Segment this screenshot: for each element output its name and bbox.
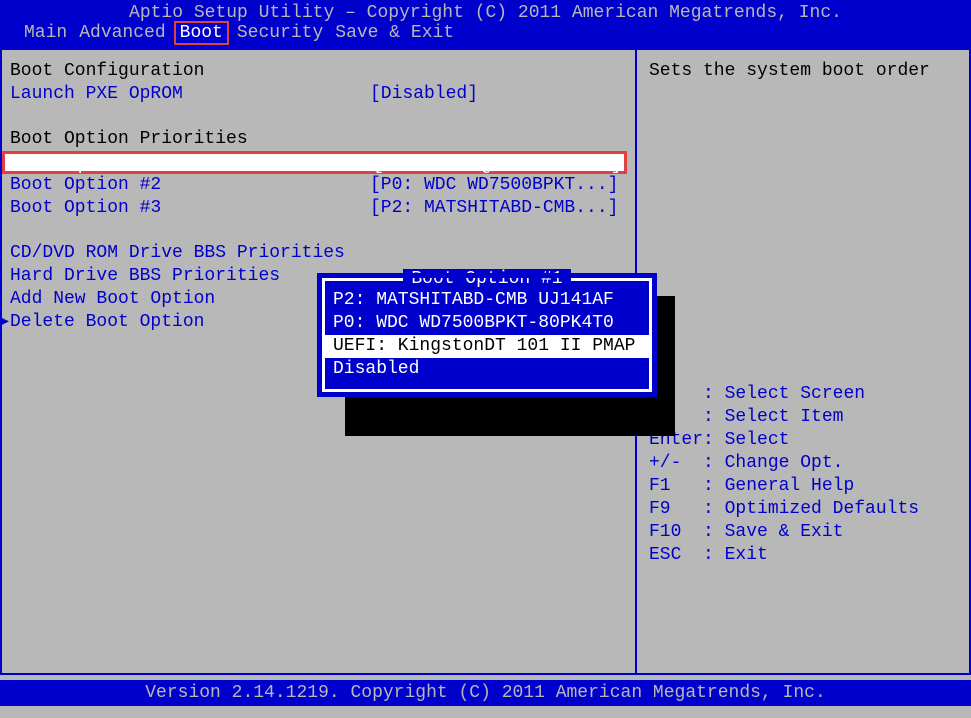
app-title: Aptio Setup Utility – Copyright (C) 2011…	[10, 3, 961, 23]
boot-option-1-value: [UEFI: KingstonDT 1...]	[373, 154, 621, 171]
boot-option-2-value: [P0: WDC WD7500BPKT...]	[370, 174, 618, 197]
boot-config-header: Boot Configuration	[10, 60, 635, 83]
boot-option-3-row[interactable]: Boot Option #3 [P2: MATSHITABD-CMB...]	[10, 197, 635, 220]
spacer	[10, 106, 635, 128]
key-help-f9: F9 : Optimized Defaults	[649, 498, 959, 521]
key-help-f1: F1 : General Help	[649, 475, 959, 498]
menu-security[interactable]: Security	[233, 23, 327, 43]
footer-version: Version 2.14.1219. Copyright (C) 2011 Am…	[145, 683, 826, 703]
launch-pxe-value: [Disabled]	[370, 83, 478, 106]
boot-option-3-value: [P2: MATSHITABD-CMB...]	[370, 197, 618, 220]
popup-title: Boot Option #1	[403, 269, 570, 289]
menu-save-exit[interactable]: Save & Exit	[331, 23, 458, 43]
spacer	[10, 220, 635, 242]
menu-advanced[interactable]: Advanced	[75, 23, 169, 43]
boot-option-2-row[interactable]: Boot Option #2 [P0: WDC WD7500BPKT...]	[10, 174, 635, 197]
popup-option-matshita[interactable]: P2: MATSHITABD-CMB UJ141AF	[333, 289, 641, 312]
launch-pxe-label: Launch PXE OpROM	[10, 83, 370, 106]
key-help-esc: ESC : Exit	[649, 544, 959, 567]
key-help-section: →← : Select Screen ↑↓ : Select Item Ente…	[649, 383, 959, 567]
menu-bar: Main Advanced Boot Security Save & Exit	[10, 23, 961, 43]
cdrom-bbs-priorities[interactable]: CD/DVD ROM Drive BBS Priorities	[10, 242, 635, 265]
launch-pxe-row[interactable]: Launch PXE OpROM [Disabled]	[10, 83, 635, 106]
right-panel: Sets the system boot order →← : Select S…	[637, 50, 969, 673]
key-help-plusminus: +/- : Change Opt.	[649, 452, 959, 475]
key-help-enter: Enter: Select	[649, 429, 959, 452]
key-help-f10: F10 : Save & Exit	[649, 521, 959, 544]
popup-option-kingston[interactable]: UEFI: KingstonDT 101 II PMAP	[325, 335, 649, 358]
key-help-arrows-lr: →← : Select Screen	[649, 383, 959, 406]
header-bar: Aptio Setup Utility – Copyright (C) 2011…	[0, 0, 971, 50]
context-help-text: Sets the system boot order	[649, 60, 959, 83]
boot-option-3-label: Boot Option #3	[10, 197, 370, 220]
popup-option-wdc[interactable]: P0: WDC WD7500BPKT-80PK4T0	[333, 312, 641, 335]
menu-main[interactable]: Main	[20, 23, 71, 43]
boot-option-1-label: Boot Option #1	[13, 154, 373, 171]
popup-option-disabled[interactable]: Disabled	[333, 358, 641, 381]
key-help-arrows-ud: ↑↓ : Select Item	[649, 406, 959, 429]
boot-option-popup: Boot Option #1 P2: MATSHITABD-CMB UJ141A…	[322, 278, 652, 392]
menu-boot[interactable]: Boot	[174, 21, 229, 45]
priorities-header: Boot Option Priorities	[10, 128, 635, 151]
boot-option-2-label: Boot Option #2	[10, 174, 370, 197]
boot-option-1-row[interactable]: Boot Option #1 [UEFI: KingstonDT 1...]	[2, 151, 627, 174]
footer-bar: Version 2.14.1219. Copyright (C) 2011 Am…	[0, 680, 971, 706]
